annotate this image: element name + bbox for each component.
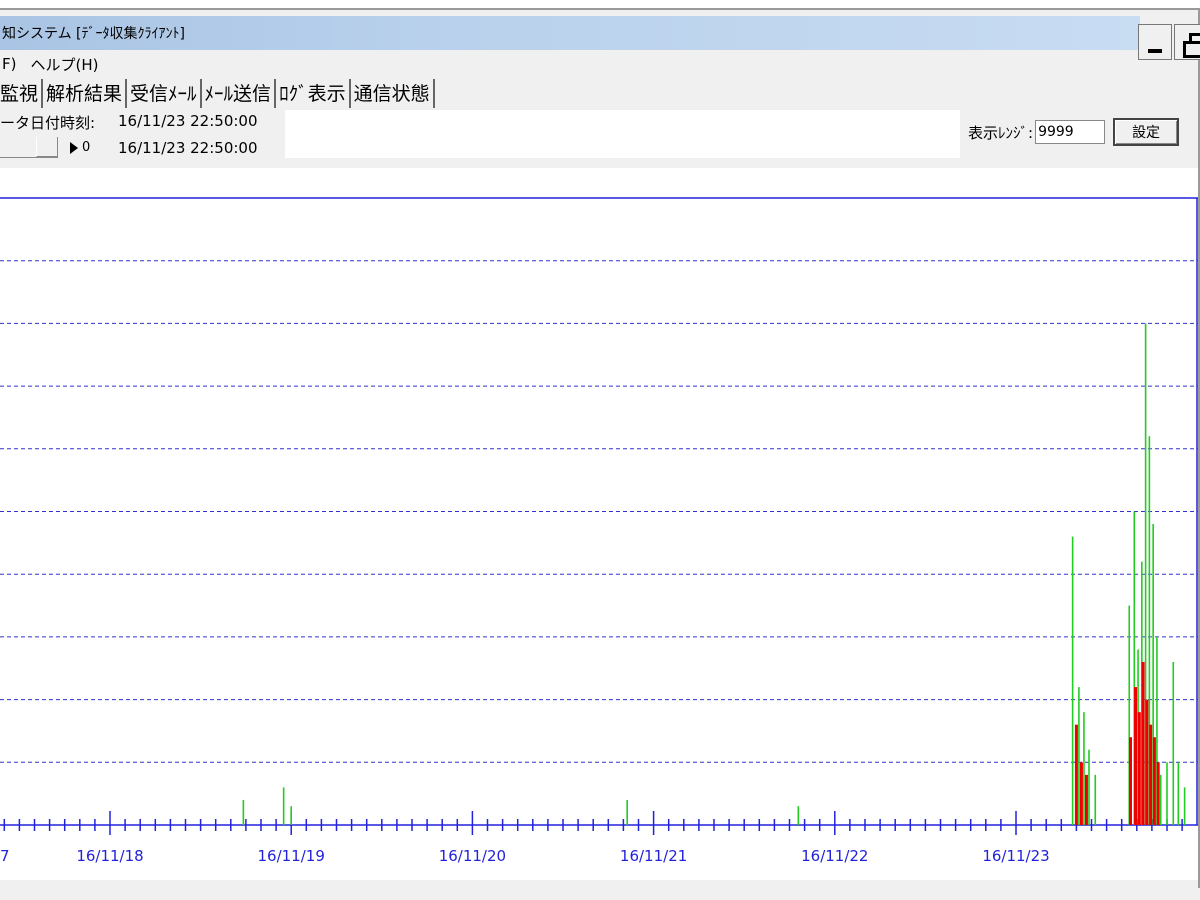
chart-area: 7 16/11/18 16/11/19 16/11/20 16/11/21 16/11/2…: [0, 168, 1198, 880]
status-strip: [0, 888, 1200, 900]
green-bar: [1071, 536, 1074, 825]
green-bar: [1078, 687, 1080, 825]
green-bar: [242, 799, 245, 825]
x-tick-label: 7: [0, 847, 10, 865]
green-bar: [1094, 774, 1097, 825]
x-tick-label: 16/11/23: [982, 847, 1049, 865]
play-arrow-icon[interactable]: [70, 141, 78, 154]
tab-log[interactable]: ﾛｸﾞ表示: [276, 79, 351, 108]
green-bar: [1183, 787, 1186, 825]
x-tick-label: 16/11/22: [801, 847, 868, 865]
tab-analysis[interactable]: 解析結果: [43, 79, 128, 108]
red-bar: [1137, 712, 1141, 825]
datetime-row: ータ日付時刻: 16/11/23 22:50:00: [0, 112, 258, 133]
tab-strip: 監視 解析結果 受信ﾒｰﾙ ﾒｰﾙ送信 ﾛｸﾞ表示 通信状態: [0, 78, 435, 108]
red-bar: [1084, 774, 1088, 825]
minimize-button[interactable]: [1138, 24, 1172, 60]
x-tick-label: 16/11/18: [76, 847, 143, 865]
red-bar: [1079, 762, 1083, 825]
red-bar: [1129, 737, 1133, 825]
green-bar: [1172, 661, 1175, 825]
red-bar: [1152, 737, 1156, 825]
range-input[interactable]: [1035, 120, 1106, 144]
info-panel: ータ日付時刻: 16/11/23 22:50:00 0 16/11/23 22:…: [0, 110, 960, 158]
red-bar: [1141, 661, 1145, 825]
tab-monitor[interactable]: 監視: [0, 79, 44, 108]
green-bar: [626, 799, 628, 825]
slider-row: 0 16/11/23 22:50:00: [0, 137, 258, 158]
time-slider[interactable]: [0, 137, 58, 158]
set-button[interactable]: 設定: [1113, 118, 1180, 146]
x-tick-label: 16/11/19: [258, 847, 325, 865]
menu-help[interactable]: ヘルプ(H): [30, 54, 98, 75]
slider-value: 0: [82, 140, 91, 155]
green-bar: [1083, 712, 1085, 825]
datetime-value: 16/11/23 22:50:00: [118, 112, 258, 130]
red-bar: [1149, 724, 1153, 825]
green-bar: [290, 806, 292, 825]
menu-bar: F) ヘルプ(H): [0, 52, 1140, 76]
x-tick-label: 16/11/21: [620, 847, 687, 865]
green-bar: [797, 806, 800, 825]
red-bar: [1145, 699, 1149, 825]
datetime-label: ータ日付時刻:: [0, 114, 96, 132]
green-bar: [1177, 762, 1180, 825]
slider-thumb[interactable]: [36, 137, 58, 157]
red-bar: [1156, 762, 1160, 825]
green-bar: [282, 787, 285, 825]
window-title: 知システム [ﾃﾞｰﾀ収集ｸﾗｲｱﾝﾄ]: [2, 26, 185, 42]
window-controls: [1138, 24, 1200, 60]
slider-datetime: 16/11/23 22:50:00: [118, 138, 258, 157]
green-bar: [1166, 762, 1168, 825]
range-controls: 表示ﾚﾝｼﾞ: 設定: [968, 118, 1180, 146]
tab-send-mail[interactable]: ﾒｰﾙ送信: [202, 79, 277, 108]
menu-file[interactable]: F): [2, 55, 16, 73]
range-label: 表示ﾚﾝｼﾞ:: [968, 123, 1034, 142]
green-bar: [1159, 774, 1162, 825]
restore-button[interactable]: [1174, 24, 1200, 60]
title-bar[interactable]: 知システム [ﾃﾞｰﾀ収集ｸﾗｲｱﾝﾄ]: [0, 16, 1140, 50]
red-bar: [1074, 724, 1078, 825]
tab-comm-status[interactable]: 通信状態: [351, 79, 435, 108]
green-bar: [1088, 749, 1090, 825]
red-bar: [1134, 687, 1138, 825]
minimize-icon: [1148, 49, 1162, 53]
time-series-chart: 7 16/11/18 16/11/19 16/11/20 16/11/21 16/11/2…: [0, 197, 1198, 865]
x-tick-label: 16/11/20: [439, 847, 506, 865]
tab-received-mail[interactable]: 受信ﾒｰﾙ: [127, 79, 202, 108]
